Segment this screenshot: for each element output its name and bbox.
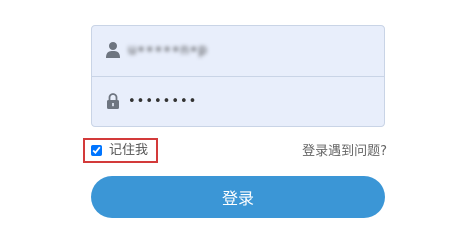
- login-help-link[interactable]: 登录遇到问题?: [302, 140, 387, 159]
- password-input[interactable]: ••••••••: [128, 77, 197, 126]
- remember-me-label[interactable]: 记住我: [109, 141, 148, 160]
- remember-me-highlight: 记住我: [83, 138, 158, 163]
- remember-me-checkbox[interactable]: [91, 145, 102, 156]
- user-icon: [106, 41, 120, 59]
- login-button[interactable]: 登录: [91, 176, 385, 218]
- options-row: 记住我 登录遇到问题?: [83, 127, 387, 183]
- username-input[interactable]: u•••••n•p: [128, 26, 208, 76]
- credentials-group: u•••••n•p ••••••••: [91, 25, 385, 127]
- username-field[interactable]: u•••••n•p: [92, 26, 384, 76]
- lock-icon: [106, 92, 120, 110]
- login-form: u•••••n•p •••••••• 记住我 登录遇到问题? 登录: [83, 25, 387, 218]
- password-field[interactable]: ••••••••: [92, 76, 384, 126]
